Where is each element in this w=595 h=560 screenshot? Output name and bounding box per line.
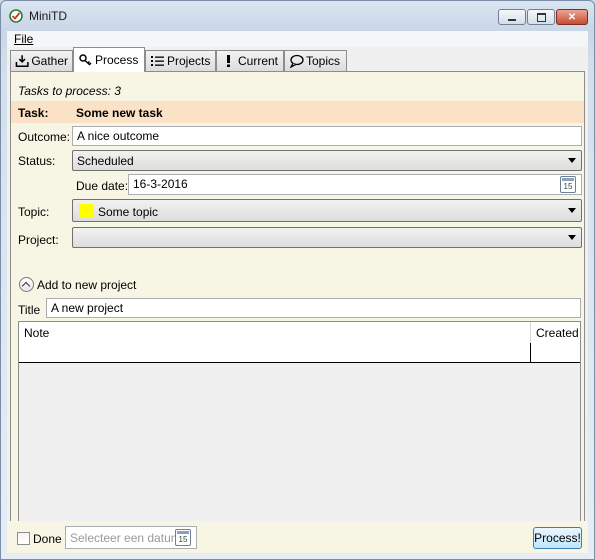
tab-current[interactable]: Current (216, 50, 284, 71)
download-icon (15, 55, 29, 68)
due-date-label: Due date: (76, 179, 129, 193)
maximize-icon (536, 12, 546, 22)
list-icon (151, 56, 164, 66)
column-separator (530, 322, 531, 343)
topic-label: Topic: (18, 205, 50, 219)
notes-grid: Note Created (18, 321, 581, 545)
done-date-placeholder: Selecteer een datum (70, 531, 181, 545)
project-label: Project: (18, 233, 59, 247)
app-logo-icon (9, 9, 23, 23)
main-area: Gather Process Projects Current Topics T… (7, 47, 588, 553)
column-created-header[interactable]: Created (536, 326, 579, 340)
exclamation-icon (227, 55, 230, 67)
tab-projects[interactable]: Projects (145, 50, 216, 71)
topic-color-swatch (79, 204, 93, 218)
tab-topics-label: Topics (306, 54, 341, 68)
status-label: Status: (18, 154, 56, 168)
close-button[interactable]: ✕ (556, 9, 588, 25)
topic-value: Some topic (98, 205, 159, 219)
tab-current-label: Current (238, 54, 279, 68)
app-window: MiniTD ✕ File Gather Process Projects Cu… (0, 0, 595, 560)
window-title: MiniTD (29, 9, 67, 23)
column-separator (530, 343, 531, 362)
status-select[interactable]: Scheduled (72, 150, 582, 171)
collapse-toggle-icon[interactable] (19, 277, 34, 292)
calendar-icon[interactable]: 15 (175, 529, 191, 546)
menu-file[interactable]: File (14, 32, 33, 46)
bottom-bar: Done Selecteer een datum 15 Process! (7, 521, 588, 553)
table-row[interactable] (19, 343, 580, 363)
minimize-icon (508, 18, 516, 21)
due-date-value: 16-3-2016 (133, 177, 188, 191)
add-to-new-project-label[interactable]: Add to new project (37, 278, 136, 292)
speech-bubble-icon (289, 54, 304, 68)
column-note-header[interactable]: Note (24, 326, 49, 340)
tasks-to-process-count: Tasks to process: 3 (18, 84, 121, 98)
done-label: Done (33, 532, 62, 546)
due-date-field[interactable]: 16-3-2016 (128, 174, 582, 195)
topic-select[interactable]: Some topic (72, 199, 582, 222)
task-value[interactable]: Some new task (76, 106, 163, 120)
title-bar[interactable]: MiniTD ✕ (1, 1, 594, 31)
close-icon: ✕ (567, 11, 577, 23)
calendar-icon[interactable]: 15 (560, 176, 576, 193)
tab-process[interactable]: Process (73, 47, 145, 72)
tab-projects-label: Projects (167, 54, 211, 68)
status-value: Scheduled (77, 154, 134, 168)
outcome-field[interactable]: A nice outcome (72, 126, 582, 146)
grid-header: Note Created (19, 322, 580, 344)
done-checkbox[interactable] (17, 532, 30, 545)
tab-process-label: Process (95, 53, 139, 67)
tab-gather[interactable]: Gather (10, 50, 73, 71)
tab-gather-label: Gather (31, 54, 68, 68)
menu-bar: File (7, 31, 588, 47)
chevron-down-icon (568, 235, 576, 240)
chevron-down-icon (568, 158, 576, 163)
outcome-label: Outcome: (18, 130, 71, 144)
minimize-button[interactable] (498, 9, 526, 25)
process-panel: Tasks to process: 3 Task: Some new task … (10, 71, 585, 550)
title-label: Title (18, 303, 41, 317)
project-title-field[interactable]: A new project (46, 298, 581, 318)
chevron-down-icon (568, 208, 576, 213)
tab-topics[interactable]: Topics (284, 50, 347, 71)
key-icon (79, 54, 92, 66)
task-label: Task: (18, 106, 49, 120)
project-select[interactable] (72, 227, 582, 248)
process-button[interactable]: Process! (533, 527, 582, 549)
maximize-button[interactable] (527, 9, 555, 25)
